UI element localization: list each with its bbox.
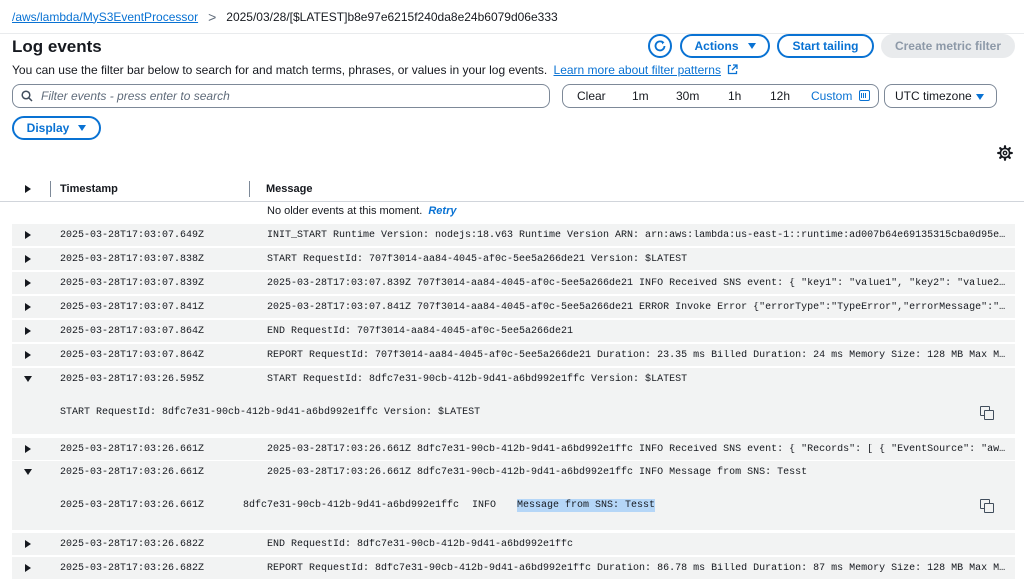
log-row[interactable]: 2025-03-28T17:03:07.864Z END RequestId: … <box>12 320 1015 342</box>
divider <box>0 201 1024 202</box>
row-timestamp: 2025-03-28T17:03:07.841Z <box>60 302 205 313</box>
no-older-events: No older events at this moment. Retry <box>267 205 456 217</box>
breadcrumb: /aws/lambda/MyS3EventProcessor > 2025/03… <box>0 0 1024 33</box>
log-row[interactable]: 2025-03-28T17:03:07.839Z 2025-03-28T17:0… <box>12 272 1015 294</box>
row-message: START RequestId: 707f3014-aa84-4045-af0c… <box>267 254 688 265</box>
row-timestamp: 2025-03-28T17:03:07.864Z <box>60 350 205 361</box>
expand-all-icon[interactable] <box>25 185 31 193</box>
detail-message-selected: Message from SNS: Tesst <box>517 499 656 512</box>
log-row[interactable]: 2025-03-28T17:03:07.838Z START RequestId… <box>12 248 1015 270</box>
log-row[interactable]: 2025-03-28T17:03:26.661Z 2025-03-28T17:0… <box>12 438 1015 460</box>
collapse-row-icon[interactable] <box>24 469 32 475</box>
gear-icon[interactable] <box>997 145 1013 161</box>
description: You can use the filter bar below to sear… <box>12 63 738 77</box>
caret-down-icon <box>747 43 756 49</box>
description-text: You can use the filter bar below to sear… <box>12 63 548 77</box>
expand-row-icon[interactable] <box>25 303 31 311</box>
log-row[interactable]: 2025-03-28T17:03:07.649Z INIT_START Runt… <box>12 224 1015 246</box>
expand-row-icon[interactable] <box>25 327 31 335</box>
row-message: INIT_START Runtime Version: nodejs:18.v6… <box>267 230 1007 241</box>
filter-events-input[interactable] <box>41 89 521 103</box>
copy-icon[interactable] <box>980 406 994 420</box>
row-message: 2025-03-28T17:03:07.841Z 707f3014-aa84-4… <box>267 302 1007 313</box>
no-older-text: No older events at this moment. <box>267 205 423 217</box>
row-timestamp: 2025-03-28T17:03:07.649Z <box>60 230 205 241</box>
row-timestamp: 2025-03-28T17:03:26.682Z <box>60 563 205 574</box>
external-link-icon[interactable] <box>727 64 738 75</box>
log-row[interactable]: 2025-03-28T17:03:26.682Z END RequestId: … <box>12 533 1015 555</box>
log-row-expanded[interactable]: 2025-03-28T17:03:26.661Z 2025-03-28T17:0… <box>12 461 1015 530</box>
breadcrumb-log-group-link[interactable]: /aws/lambda/MyS3EventProcessor <box>12 10 198 24</box>
row-message: END RequestId: 707f3014-aa84-4045-af0c-5… <box>267 326 574 337</box>
range-option-12h[interactable]: 12h <box>770 89 790 103</box>
range-option-custom[interactable]: Custom <box>811 89 852 103</box>
log-row-expanded[interactable]: 2025-03-28T17:03:26.595Z START RequestId… <box>12 368 1015 434</box>
expand-row-icon[interactable] <box>25 564 31 572</box>
expand-row-icon[interactable] <box>25 540 31 548</box>
expand-row-icon[interactable] <box>25 255 31 263</box>
log-row[interactable]: 2025-03-28T17:03:26.682Z REPORT RequestI… <box>12 557 1015 579</box>
range-option-30m[interactable]: 30m <box>676 89 699 103</box>
row-message: REPORT RequestId: 707f3014-aa84-4045-af0… <box>267 350 1007 361</box>
range-option-1m[interactable]: 1m <box>632 89 649 103</box>
column-separator <box>50 181 51 197</box>
breadcrumb-separator: > <box>208 8 217 25</box>
row-message: END RequestId: 8dfc7e31-90cb-412b-9d41-a… <box>267 539 574 550</box>
detail-level: INFO <box>472 500 497 511</box>
row-timestamp: 2025-03-28T17:03:26.682Z <box>60 539 205 550</box>
row-message: REPORT RequestId: 8dfc7e31-90cb-412b-9d4… <box>267 563 1007 574</box>
row-timestamp: 2025-03-28T17:03:07.838Z <box>60 254 205 265</box>
expand-row-icon[interactable] <box>25 231 31 239</box>
actions-label: Actions <box>694 39 739 53</box>
row-message: 2025-03-28T17:03:26.661Z 8dfc7e31-90cb-4… <box>267 467 808 478</box>
row-timestamp: 2025-03-28T17:03:26.661Z <box>60 467 205 478</box>
timezone-select[interactable]: UTC timezone <box>884 84 997 108</box>
row-timestamp: 2025-03-28T17:03:07.864Z <box>60 326 205 337</box>
row-timestamp: 2025-03-28T17:03:26.661Z <box>60 444 205 455</box>
row-timestamp: 2025-03-28T17:03:26.595Z <box>60 374 205 385</box>
column-header-message[interactable]: Message <box>266 183 312 195</box>
page-title: Log events <box>12 37 102 56</box>
copy-icon[interactable] <box>980 499 994 513</box>
learn-more-link[interactable]: Learn more about filter patterns <box>554 63 721 77</box>
detail-request-id: 8dfc7e31-90cb-412b-9d41-a6bd992e1ffc <box>243 500 460 511</box>
detail-timestamp: 2025-03-28T17:03:26.661Z <box>60 500 205 511</box>
expand-row-icon[interactable] <box>25 445 31 453</box>
filter-events-field[interactable] <box>12 84 550 108</box>
time-range-selector: Clear 1m 30m 1h 12h Custom <box>562 84 879 108</box>
refresh-button[interactable] <box>648 34 672 58</box>
start-tailing-button[interactable]: Start tailing <box>777 34 874 58</box>
expand-row-icon[interactable] <box>25 351 31 359</box>
caret-down-icon <box>976 94 984 100</box>
display-button[interactable]: Display <box>12 116 101 140</box>
log-row[interactable]: 2025-03-28T17:03:07.864Z REPORT RequestI… <box>12 344 1015 366</box>
column-header-timestamp[interactable]: Timestamp <box>60 183 118 195</box>
expand-row-icon[interactable] <box>25 279 31 287</box>
divider <box>0 33 1024 34</box>
timezone-value: UTC timezone <box>895 89 972 103</box>
breadcrumb-log-stream: 2025/03/28/[$LATEST]b8e97e6215f240da8e24… <box>226 9 558 24</box>
log-row[interactable]: 2025-03-28T17:03:07.841Z 2025-03-28T17:0… <box>12 296 1015 318</box>
retry-link[interactable]: Retry <box>428 205 456 217</box>
row-message: START RequestId: 8dfc7e31-90cb-412b-9d41… <box>267 374 688 385</box>
refresh-icon <box>654 40 666 52</box>
row-detail-message: START RequestId: 8dfc7e31-90cb-412b-9d41… <box>60 407 481 418</box>
row-message: 2025-03-28T17:03:26.661Z 8dfc7e31-90cb-4… <box>267 444 1007 455</box>
caret-down-icon <box>78 125 87 131</box>
clear-button[interactable]: Clear <box>577 89 606 103</box>
actions-button[interactable]: Actions <box>680 34 770 58</box>
range-option-1h[interactable]: 1h <box>728 89 741 103</box>
calendar-icon[interactable] <box>859 90 870 101</box>
search-icon <box>21 90 33 102</box>
create-metric-filter-button: Create metric filter <box>881 34 1015 58</box>
table-header: Timestamp Message <box>12 178 1015 200</box>
row-message: 2025-03-28T17:03:07.839Z 707f3014-aa84-4… <box>267 278 1007 289</box>
display-label: Display <box>26 121 70 135</box>
column-separator[interactable] <box>249 181 250 197</box>
collapse-row-icon[interactable] <box>24 376 32 382</box>
row-timestamp: 2025-03-28T17:03:07.839Z <box>60 278 205 289</box>
